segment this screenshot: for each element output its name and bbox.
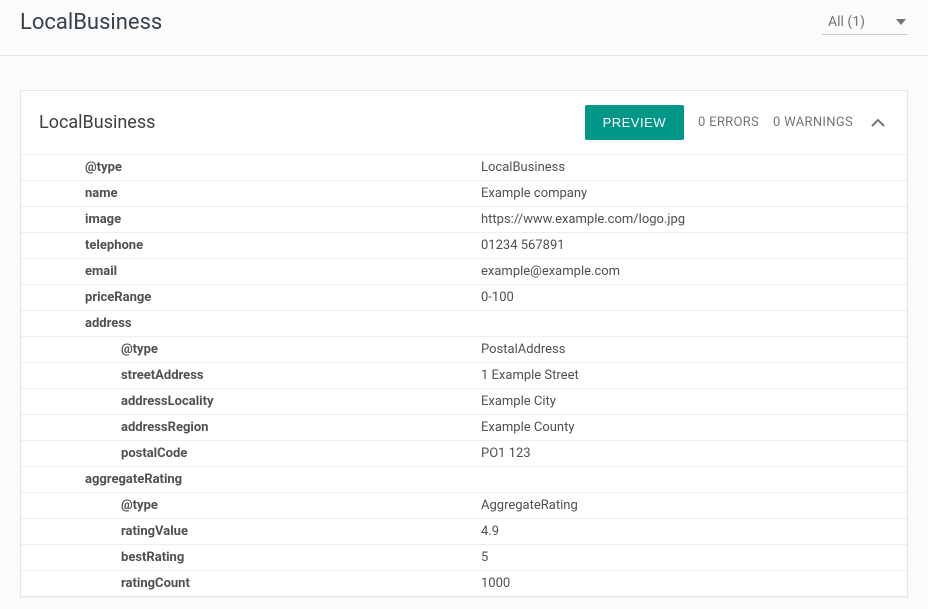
warnings-count[interactable]: 0 WARNINGS <box>773 115 853 130</box>
property-key: @type <box>21 494 481 517</box>
property-value: 1000 <box>481 572 907 595</box>
property-value: Example City <box>481 390 907 413</box>
collapse-button[interactable] <box>867 114 889 131</box>
table-row: priceRange 0-100 <box>21 284 907 310</box>
property-table: @type LocalBusiness name Example company… <box>21 154 907 596</box>
table-row: ratingCount 1000 <box>21 570 907 596</box>
property-key: addressRegion <box>21 416 481 439</box>
card-title: LocalBusiness <box>39 112 155 133</box>
property-key: image <box>21 208 481 231</box>
table-row: addressLocality Example City <box>21 388 907 414</box>
property-key: bestRating <box>21 546 481 569</box>
property-key: aggregateRating <box>21 468 481 491</box>
property-value: 5 <box>481 546 907 569</box>
table-row: telephone 01234 567891 <box>21 232 907 258</box>
property-key: @type <box>21 156 481 179</box>
table-row: email example@example.com <box>21 258 907 284</box>
property-key: ratingCount <box>21 572 481 595</box>
property-key: priceRange <box>21 286 481 309</box>
table-row: image https://www.example.com/logo.jpg <box>21 206 907 232</box>
table-row: postalCode PO1 123 <box>21 440 907 466</box>
property-value: PO1 123 <box>481 442 907 465</box>
property-value: Example County <box>481 416 907 439</box>
table-row: name Example company <box>21 180 907 206</box>
table-row-group: aggregateRating <box>21 466 907 492</box>
property-value: 01234 567891 <box>481 234 907 257</box>
property-key: ratingValue <box>21 520 481 543</box>
table-row: streetAddress 1 Example Street <box>21 362 907 388</box>
property-key: @type <box>21 338 481 361</box>
table-row-group: address <box>21 310 907 336</box>
page-title: LocalBusiness <box>20 10 162 35</box>
property-key: postalCode <box>21 442 481 465</box>
table-row: ratingValue 4.9 <box>21 518 907 544</box>
preview-button[interactable]: PREVIEW <box>585 105 684 140</box>
table-row: addressRegion Example County <box>21 414 907 440</box>
property-key: telephone <box>21 234 481 257</box>
property-value <box>481 476 907 484</box>
chevron-up-icon <box>871 118 885 127</box>
table-row: @type LocalBusiness <box>21 154 907 180</box>
property-value: 0-100 <box>481 286 907 309</box>
property-value: PostalAddress <box>481 338 907 361</box>
property-value <box>481 320 907 328</box>
property-key: email <box>21 260 481 283</box>
property-value: AggregateRating <box>481 494 907 517</box>
caret-down-icon <box>896 19 906 25</box>
filter-dropdown[interactable]: All (1) <box>822 10 908 35</box>
property-value: LocalBusiness <box>481 156 907 179</box>
table-row: @type PostalAddress <box>21 336 907 362</box>
filter-label: All (1) <box>828 14 865 30</box>
property-key: addressLocality <box>21 390 481 413</box>
property-value: 1 Example Street <box>481 364 907 387</box>
property-value: https://www.example.com/logo.jpg <box>481 208 907 231</box>
property-value: 4.9 <box>481 520 907 543</box>
property-value: example@example.com <box>481 260 907 283</box>
property-key: address <box>21 312 481 335</box>
errors-count[interactable]: 0 ERRORS <box>698 115 759 130</box>
property-key: streetAddress <box>21 364 481 387</box>
table-row: bestRating 5 <box>21 544 907 570</box>
property-value: Example company <box>481 182 907 205</box>
table-row: @type AggregateRating <box>21 492 907 518</box>
result-card: LocalBusiness PREVIEW 0 ERRORS 0 WARNING… <box>20 90 908 597</box>
property-key: name <box>21 182 481 205</box>
